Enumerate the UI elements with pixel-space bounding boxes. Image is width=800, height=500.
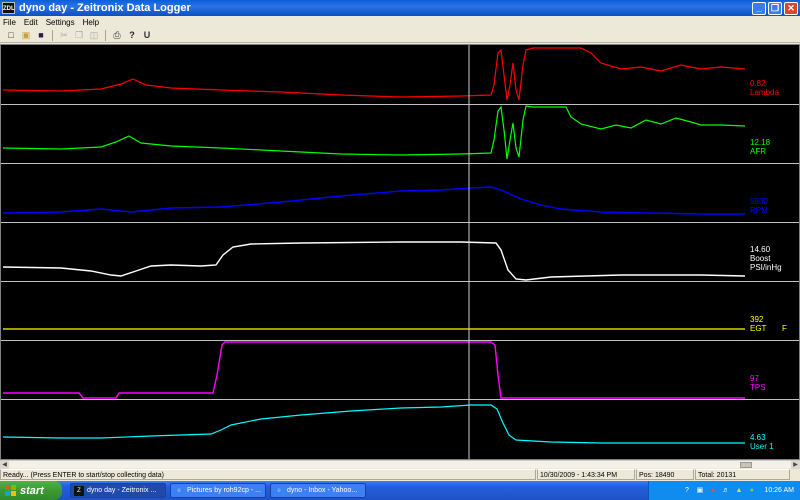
egt-label: 392 EGT F bbox=[750, 315, 795, 333]
messenger-tray-icon[interactable]: ● bbox=[747, 486, 756, 495]
menu-help[interactable]: Help bbox=[83, 18, 99, 27]
tps-value: 97 bbox=[750, 374, 759, 383]
menu-settings[interactable]: Settings bbox=[46, 18, 75, 27]
minimize-button[interactable]: _ bbox=[752, 1, 766, 15]
ie-icon: e bbox=[277, 487, 281, 494]
data-graph[interactable]: 0.82 Lambda 12.18 AFR 5930 RPM 14.60 Boo… bbox=[0, 44, 800, 460]
antivirus-tray-icon[interactable]: ● bbox=[708, 486, 717, 495]
cut-icon[interactable]: ✂ bbox=[58, 30, 70, 41]
lambda-name: Lambda bbox=[750, 88, 779, 97]
help-tray-icon[interactable]: ? bbox=[682, 486, 691, 495]
units-icon[interactable]: U bbox=[141, 30, 153, 41]
boost-name: Boost bbox=[750, 254, 771, 263]
rpm-label: 5930 RPM bbox=[750, 197, 768, 215]
afr-label: 12.18 AFR bbox=[750, 138, 770, 156]
status-position: Pos: 18490 bbox=[636, 469, 694, 480]
clock[interactable]: 10:26 AM bbox=[764, 487, 794, 494]
close-button[interactable]: ✕ bbox=[784, 1, 798, 15]
scroll-left-icon[interactable]: ◀ bbox=[0, 461, 9, 469]
user1-name: User 1 bbox=[750, 442, 774, 451]
system-tray: ? ▣ ● ♬ ▲ ● 10:26 AM bbox=[648, 481, 800, 500]
window-title: dyno day - Zeitronix Data Logger bbox=[19, 2, 191, 14]
graph-canvas[interactable] bbox=[1, 45, 799, 459]
taskbar: start Z dyno day - Zeitronix ... e Pictu… bbox=[0, 481, 800, 500]
maximize-button[interactable]: ❐ bbox=[768, 1, 782, 15]
afr-name: AFR bbox=[750, 147, 766, 156]
windows-flag-icon bbox=[5, 485, 16, 496]
afr-value: 12.18 bbox=[750, 138, 771, 147]
title-bar: ZDL dyno day - Zeitronix Data Logger _ ❐… bbox=[0, 0, 800, 16]
menu-edit[interactable]: Edit bbox=[24, 18, 38, 27]
tps-label: 97 TPS bbox=[750, 374, 766, 392]
tps-name: TPS bbox=[750, 383, 766, 392]
boost-label: 14.60 Boost PSI/inHg bbox=[750, 245, 782, 272]
tps-trace bbox=[3, 341, 745, 399]
rpm-value: 5930 bbox=[750, 197, 768, 206]
user1-trace bbox=[2, 404, 745, 444]
lambda-trace bbox=[2, 47, 746, 101]
taskbar-item-yahoo[interactable]: e dyno - Inbox - Yahoo... bbox=[270, 483, 366, 498]
taskbar-item-label: dyno - Inbox - Yahoo... bbox=[287, 487, 358, 494]
toolbar-separator bbox=[52, 30, 53, 41]
user1-label: 4.63 User 1 bbox=[750, 433, 774, 451]
volume-tray-icon[interactable]: ♬ bbox=[721, 486, 730, 495]
status-message: Ready... (Press ENTER to start/stop coll… bbox=[0, 469, 536, 480]
egt-unit: F bbox=[782, 324, 787, 333]
boost-unit: PSI/inHg bbox=[750, 263, 782, 272]
save-icon[interactable]: ■ bbox=[35, 30, 47, 41]
egt-name: EGT bbox=[750, 324, 767, 333]
help-icon[interactable]: ? bbox=[126, 30, 138, 41]
boost-trace bbox=[2, 241, 746, 281]
copy-icon[interactable]: ❐ bbox=[73, 30, 85, 41]
egt-value: 392 bbox=[750, 315, 764, 324]
afr-trace bbox=[2, 105, 746, 160]
menu-bar: File Edit Settings Help bbox=[0, 16, 800, 29]
lambda-value: 0.82 bbox=[750, 79, 766, 88]
taskbar-item-zeitronix[interactable]: Z dyno day - Zeitronix ... bbox=[70, 483, 166, 498]
scroll-right-icon[interactable]: ▶ bbox=[791, 461, 800, 469]
scroll-thumb[interactable] bbox=[740, 462, 752, 468]
lambda-label: 0.82 Lambda bbox=[750, 79, 779, 97]
taskbar-item-label: dyno day - Zeitronix ... bbox=[87, 487, 157, 494]
toolbar: □ ▣ ■ ✂ ❐ ◫ ⎙ ? U bbox=[0, 29, 800, 43]
app-icon: ZDL bbox=[2, 2, 15, 14]
start-button[interactable]: start bbox=[0, 481, 62, 500]
egt-name-row: EGT F bbox=[750, 324, 795, 333]
status-timestamp: 10/30/2009 - 1:43:34 PM bbox=[537, 469, 635, 480]
open-folder-icon[interactable]: ▣ bbox=[20, 30, 32, 41]
new-file-icon[interactable]: □ bbox=[5, 30, 17, 41]
status-bar: Ready... (Press ENTER to start/stop coll… bbox=[0, 469, 800, 481]
horizontal-scrollbar[interactable]: ◀ ▶ bbox=[0, 460, 800, 469]
network-tray-icon[interactable]: ▣ bbox=[695, 486, 704, 495]
security-tray-icon[interactable]: ▲ bbox=[734, 486, 743, 495]
print-icon[interactable]: ⎙ bbox=[111, 30, 123, 41]
toolbar-separator bbox=[105, 30, 106, 41]
boost-value: 14.60 bbox=[750, 245, 771, 254]
menu-file[interactable]: File bbox=[3, 18, 16, 27]
taskbar-item-pictures[interactable]: e Pictures by roh92cp - ... bbox=[170, 483, 266, 498]
zdl-app-icon: Z bbox=[74, 485, 84, 496]
taskbar-item-label: Pictures by roh92cp - ... bbox=[187, 487, 261, 494]
paste-icon[interactable]: ◫ bbox=[88, 30, 100, 41]
user1-value: 4.63 bbox=[750, 433, 766, 442]
rpm-trace bbox=[2, 186, 745, 215]
start-label: start bbox=[20, 484, 44, 497]
rpm-name: RPM bbox=[750, 206, 768, 215]
status-total: Total: 20131 bbox=[695, 469, 790, 480]
ie-icon: e bbox=[177, 487, 181, 494]
